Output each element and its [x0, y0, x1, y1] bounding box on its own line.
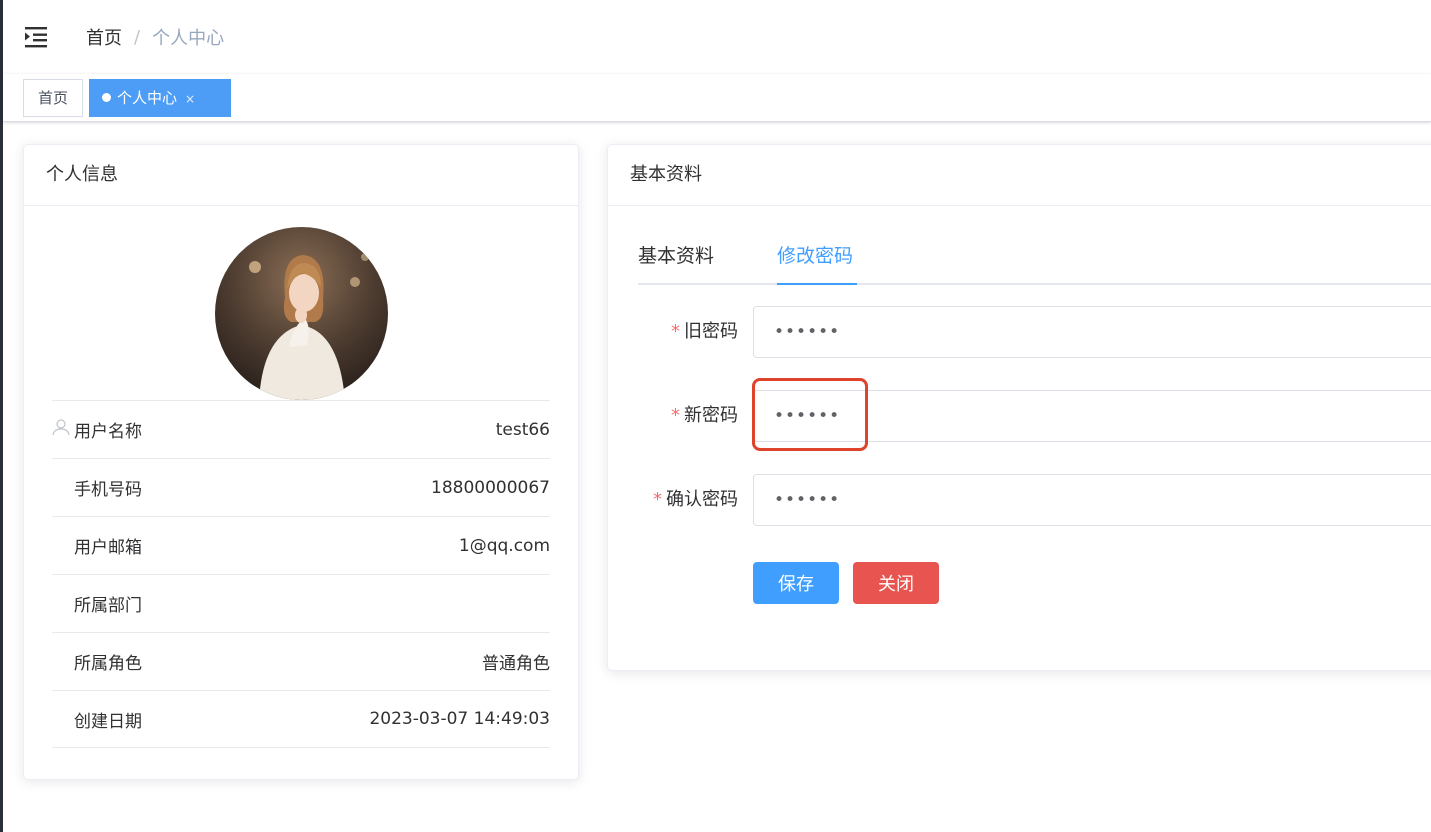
form-row-old-password: * 旧密码 [638, 306, 1431, 358]
breadcrumb-current: 个人中心 [152, 28, 225, 49]
tag-profile-center[interactable]: 个人中心 × [89, 79, 231, 117]
annotation-highlight-box [752, 378, 868, 451]
sidebar-edge [0, 0, 3, 832]
info-value-username: test66 [495, 419, 550, 440]
info-row-email: 用户邮箱 1@qq.com [52, 516, 550, 574]
info-label: 用户名称 [74, 422, 142, 442]
settings-card: 基本资料 基本资料 修改密码 *旧密码 *新密码 *确认密码 保存 关闭 [607, 144, 1431, 671]
tab-basic-info[interactable]: 基本资料 [638, 229, 714, 285]
required-mark: * [671, 405, 680, 426]
tag-profile-label: 个人中心 [117, 89, 178, 107]
profile-card: 个人信息 用户名称 test66 手机号码 18800000067 用户邮箱 1… [23, 144, 579, 780]
navbar: 首页 / 个人中心 [3, 0, 1431, 74]
breadcrumb: 首页 / 个人中心 [86, 24, 224, 50]
info-label: 所属部门 [74, 596, 142, 616]
info-row-phone: 手机号码 18800000067 [52, 458, 550, 516]
breadcrumb-home[interactable]: 首页 [86, 24, 122, 50]
settings-tabs: 基本资料 修改密码 [638, 229, 1431, 285]
info-row-role: 所属角色 普通角色 [52, 632, 550, 690]
info-row-username: 用户名称 test66 [52, 400, 550, 458]
settings-card-title: 基本资料 [608, 145, 1431, 206]
old-password-input[interactable] [753, 306, 1431, 358]
required-mark: * [671, 321, 680, 342]
tag-home[interactable]: 首页 [23, 79, 83, 117]
required-mark: * [653, 489, 662, 510]
info-row-department: 所属部门 [52, 574, 550, 632]
breadcrumb-separator: / [134, 26, 141, 48]
hamburger-icon[interactable] [25, 26, 49, 48]
old-password-label: 旧密码 [684, 321, 738, 342]
avatar[interactable] [215, 227, 388, 400]
user-icon [52, 419, 70, 436]
new-password-label: 新密码 [684, 405, 738, 426]
profile-card-title: 个人信息 [24, 145, 578, 206]
close-button[interactable]: 关闭 [853, 562, 939, 604]
tags-view: 首页 个人中心 × [3, 74, 1431, 122]
confirm-password-input[interactable] [753, 474, 1431, 526]
profile-info-list: 用户名称 test66 手机号码 18800000067 用户邮箱 1@qq.c… [52, 400, 550, 748]
info-label: 创建日期 [74, 711, 142, 732]
tag-close-icon[interactable]: × [185, 92, 195, 106]
form-row-confirm-password: * 确认密码 [638, 474, 1431, 526]
confirm-password-label: 确认密码 [666, 489, 738, 510]
save-button[interactable]: 保存 [753, 562, 839, 604]
info-label: 用户邮箱 [74, 538, 142, 558]
info-label: 所属角色 [74, 654, 142, 674]
tab-active-indicator [777, 283, 857, 285]
active-dot-icon [102, 93, 111, 102]
info-value-email: 1@qq.com [458, 535, 550, 556]
info-value-phone: 18800000067 [431, 477, 550, 498]
info-value-role: 普通角色 [482, 654, 550, 674]
info-label: 手机号码 [74, 480, 142, 500]
tab-change-password[interactable]: 修改密码 [777, 229, 853, 285]
info-row-created: 创建日期 2023-03-07 14:49:03 [52, 690, 550, 748]
info-value-created: 2023-03-07 14:49:03 [369, 709, 550, 729]
